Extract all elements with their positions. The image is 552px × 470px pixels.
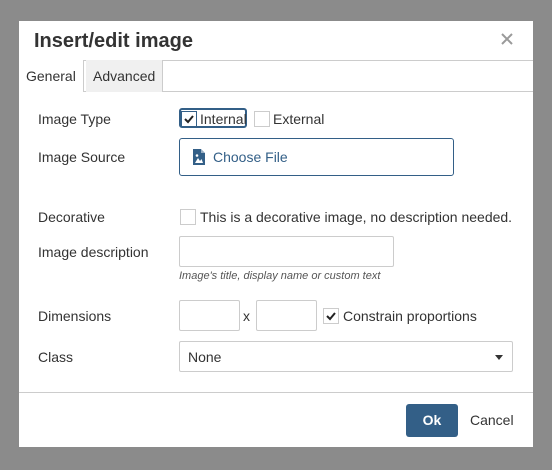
check-icon — [184, 115, 194, 124]
cancel-button[interactable]: Cancel — [470, 404, 514, 437]
file-image-icon — [191, 148, 207, 171]
dialog-footer: Ok Cancel — [19, 392, 533, 447]
tab-advanced[interactable]: Advanced — [86, 60, 164, 92]
external-option-label: External — [273, 111, 325, 127]
constrain-proportions-label: Constrain proportions — [343, 308, 477, 324]
width-input[interactable] — [179, 300, 240, 331]
chevron-down-icon — [495, 355, 503, 360]
dialog-title: Insert/edit image — [34, 30, 193, 52]
image-source-label: Image Source — [38, 149, 126, 165]
height-input[interactable] — [256, 300, 317, 331]
image-description-input[interactable] — [179, 236, 394, 267]
decorative-checkbox[interactable] — [180, 209, 196, 225]
class-label: Class — [38, 349, 74, 365]
image-description-hint: Image's title, display name or custom te… — [179, 270, 381, 282]
insert-image-dialog: Insert/edit image General Advanced Image… — [19, 21, 533, 447]
tab-bar: General Advanced — [19, 60, 533, 92]
image-description-label: Image description — [38, 244, 149, 260]
dialog-header: Insert/edit image — [19, 21, 533, 60]
image-type-label: Image Type — [38, 111, 111, 127]
decorative-label: Decorative — [38, 209, 105, 225]
close-icon[interactable] — [497, 29, 517, 49]
external-checkbox[interactable] — [254, 111, 270, 127]
decorative-checkbox-label: This is a decorative image, no descripti… — [200, 209, 513, 225]
internal-option-label: Internal — [200, 111, 247, 127]
class-select-value: None — [188, 349, 222, 365]
dimensions-separator: x — [243, 308, 250, 324]
internal-checkbox[interactable] — [181, 111, 197, 127]
ok-button[interactable]: Ok — [406, 404, 458, 437]
dimensions-label: Dimensions — [38, 308, 112, 324]
check-icon — [326, 312, 336, 321]
choose-file-label: Choose File — [213, 149, 288, 165]
tab-general[interactable]: General — [19, 60, 84, 92]
choose-file-button[interactable]: Choose File — [179, 138, 454, 176]
class-select[interactable]: None — [179, 341, 513, 372]
constrain-proportions-checkbox[interactable] — [323, 308, 339, 324]
